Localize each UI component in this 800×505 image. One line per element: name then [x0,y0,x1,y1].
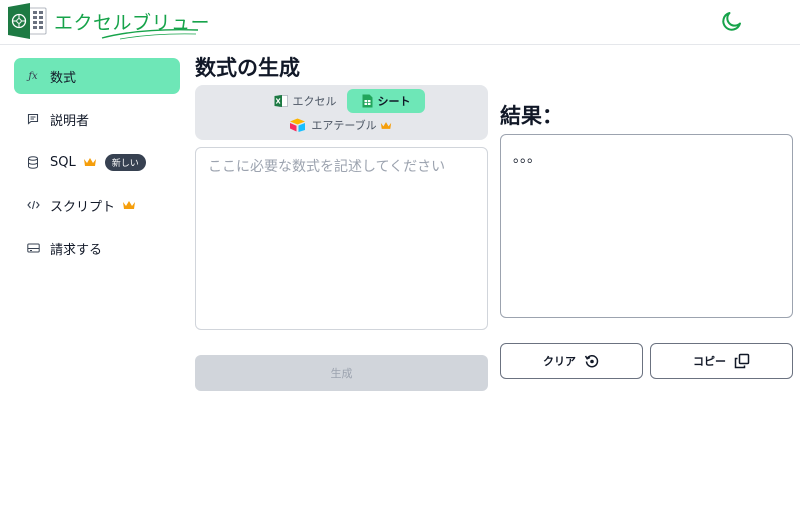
copy-button[interactable]: コピー [650,343,793,379]
sheets-icon [362,94,372,108]
function-icon: ƒx [28,70,38,82]
sidebar-item-explainer[interactable]: 説明者 [14,101,180,137]
result-title: 結果： [500,104,563,128]
sidebar-item-sql[interactable]: SQL 新しい [14,144,180,180]
crown-icon [83,158,96,166]
sidebar: ƒx 数式 説明者 SQL 新しい スクリプト 請求する [14,58,180,273]
clear-button[interactable]: クリア [500,343,643,379]
sidebar-item-formula[interactable]: ƒx 数式 [14,58,180,94]
copy-label: コピー [693,355,726,368]
platform-tabs: エクセル シート エアテーブル [195,85,488,140]
airtable-icon [290,118,306,132]
sidebar-item-label: 説明者 [50,113,90,129]
page-title: 数式の生成 [195,56,300,80]
sidebar-item-script[interactable]: スクリプト [14,187,180,223]
formula-description-input[interactable] [195,147,488,330]
clear-label: クリア [543,355,576,368]
copy-icon [734,353,750,369]
crown-icon [380,121,391,129]
sidebar-item-label: SQL [50,154,76,170]
result-output[interactable]: 。。。 [500,134,793,318]
moon-icon[interactable] [720,9,744,33]
tab-airtable[interactable]: エアテーブル [287,113,399,137]
tab-label: エクセル [292,95,337,108]
tab-label: シート [377,95,411,108]
code-icon [26,198,40,212]
tab-label: エアテーブル [311,119,377,132]
result-text: 。。。 [513,150,541,166]
crown-icon [123,201,136,209]
generate-button[interactable]: 生成 [195,355,488,391]
message-icon [26,112,40,126]
sidebar-item-label: スクリプト [50,199,116,215]
new-badge: 新しい [104,153,146,171]
billing-icon [26,241,40,255]
app-logo-icon[interactable] [8,3,48,39]
logo-underline-swoosh [101,28,199,40]
sidebar-item-label: 請求する [50,242,103,258]
excel-icon [274,95,288,107]
tab-excel[interactable]: エクセル [267,89,343,113]
sidebar-item-billing[interactable]: 請求する [14,230,180,266]
tab-sheets[interactable]: シート [347,89,425,113]
reset-icon [584,354,599,368]
header: エクセルブリュー [0,0,800,45]
sidebar-item-label: 数式 [50,70,77,86]
database-icon [26,155,40,169]
